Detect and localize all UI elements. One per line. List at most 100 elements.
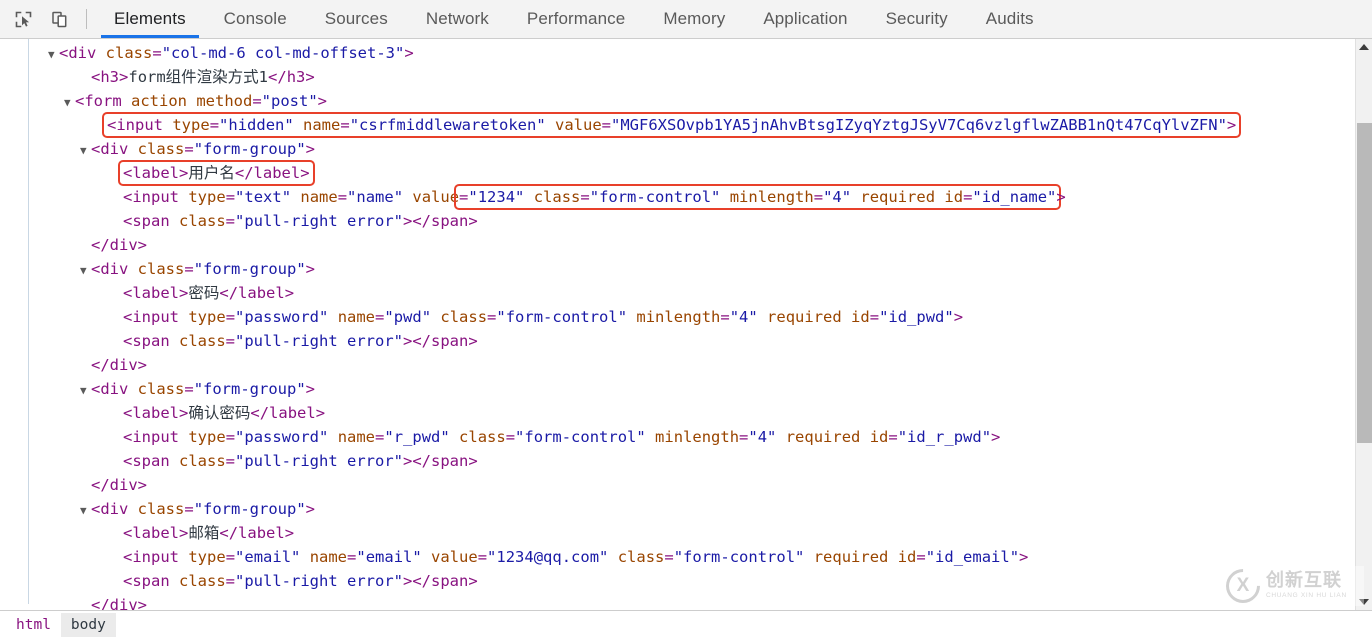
token-punct: >: [119, 68, 129, 86]
token-attr: class: [608, 548, 665, 566]
token-punct: >: [468, 332, 478, 350]
token-val: "col-md-6 col-md-offset-3": [161, 44, 405, 62]
token-punct: </: [91, 596, 110, 610]
token-val: "password": [235, 308, 329, 326]
dom-tree-line[interactable]: <input type="password" name="r_pwd" clas…: [0, 425, 1334, 449]
token-tagname: label: [132, 524, 180, 542]
tab-application[interactable]: Application: [744, 0, 866, 38]
token-punct: ></: [403, 572, 431, 590]
dom-tree-line[interactable]: </div>: [0, 473, 1334, 497]
dom-tree-line[interactable]: ▼ <form action method="post">: [0, 89, 1334, 113]
token-text: 用户名: [188, 164, 235, 182]
token-attr: required: [851, 188, 936, 206]
dom-tree-line[interactable]: <span class="pull-right error"></span>: [0, 449, 1334, 473]
dom-tree-line[interactable]: <label>邮箱</label>: [0, 521, 1334, 545]
disclosure-triangle-icon[interactable]: ▼: [80, 139, 91, 163]
red-highlight-box: ="1234" class="form-control" minlength="…: [454, 184, 1062, 210]
token-attr: class: [524, 188, 581, 206]
tab-security[interactable]: Security: [867, 0, 967, 38]
token-punct: =: [375, 308, 385, 326]
dom-tree-line[interactable]: <input type="email" name="email" value="…: [0, 545, 1334, 569]
token-text: 确认密码: [188, 404, 251, 422]
dom-tree-line[interactable]: <input type="hidden" name="csrfmiddlewar…: [0, 112, 1334, 138]
dom-tree-line[interactable]: <label>密码</label>: [0, 281, 1334, 305]
token-punct: =: [225, 548, 236, 566]
token-val: "MGF6XSOvpb1YA5jnAhvBtsgIZyqYztgJSyV7Cq6…: [611, 116, 1227, 134]
breadcrumb-item-body[interactable]: body: [60, 613, 116, 637]
dom-tree-scroll-area[interactable]: ▼ <div class="col-md-6 col-md-offset-3"> …: [0, 39, 1334, 610]
token-attr: type: [179, 428, 226, 446]
disclosure-triangle-icon[interactable]: ▼: [80, 379, 91, 403]
token-punct: =: [225, 332, 236, 350]
token-punct: =: [340, 116, 350, 134]
devtools-toolbar: Elements Console Sources Network Performance…: [0, 0, 1372, 39]
token-punct: >: [300, 164, 310, 182]
token-punct: =: [375, 428, 385, 446]
token-punct: >: [305, 140, 316, 158]
token-val: "4": [748, 428, 777, 446]
dom-tree-line[interactable]: <input type="password" name="pwd" class=…: [0, 305, 1334, 329]
token-punct: =: [184, 260, 194, 278]
token-tagname: label: [132, 404, 180, 422]
token-attr: method: [187, 92, 253, 110]
token-punct: <: [123, 548, 133, 566]
tab-elements[interactable]: Elements: [95, 0, 205, 38]
token-punct: <: [123, 212, 133, 230]
token-val: "hidden": [219, 116, 294, 134]
dom-tree-line[interactable]: ▼ <div class="col-md-6 col-md-offset-3">: [0, 41, 1334, 65]
tab-memory[interactable]: Memory: [644, 0, 744, 38]
token-punct: =: [916, 548, 926, 566]
inspect-element-icon[interactable]: [8, 5, 38, 33]
disclosure-triangle-icon[interactable]: ▼: [80, 499, 91, 523]
token-punct: >: [468, 212, 478, 230]
token-val: "r_pwd": [384, 428, 450, 446]
dom-tree-line[interactable]: ▼ <div class="form-group">: [0, 257, 1334, 281]
token-punct: >: [468, 452, 478, 470]
token-tagname: label: [269, 404, 316, 422]
token-punct: <: [123, 572, 133, 590]
dom-tree-line[interactable]: </div>: [0, 233, 1334, 257]
token-punct: =: [347, 548, 357, 566]
tab-sources[interactable]: Sources: [306, 0, 407, 38]
dom-tree-line[interactable]: <label>用户名</label>: [0, 160, 1334, 186]
token-punct: >: [284, 284, 295, 302]
dom-tree-line[interactable]: </div>: [0, 353, 1334, 377]
scroll-down-arrow-icon[interactable]: [1356, 594, 1372, 610]
token-tagname: span: [431, 572, 469, 590]
tab-performance[interactable]: Performance: [508, 0, 644, 38]
tab-console[interactable]: Console: [205, 0, 306, 38]
dom-tree-line[interactable]: ▼ <div class="form-group">: [0, 137, 1334, 161]
scrollbar-thumb[interactable]: [1357, 123, 1372, 443]
dom-tree-line[interactable]: <span class="pull-right error"></span>: [0, 329, 1334, 353]
dom-tree-line[interactable]: <label>确认密码</label>: [0, 401, 1334, 425]
disclosure-triangle-icon[interactable]: ▼: [64, 91, 75, 115]
vertical-scrollbar[interactable]: [1355, 39, 1372, 610]
device-toolbar-icon[interactable]: [44, 5, 74, 33]
breadcrumb-item-html[interactable]: html: [6, 613, 61, 637]
token-tagname: h3: [100, 68, 120, 86]
token-punct: >: [284, 524, 295, 542]
dom-tree-line[interactable]: <input type="text" name="name" value="12…: [0, 184, 1334, 210]
token-punct: >: [315, 404, 326, 422]
tab-network[interactable]: Network: [407, 0, 508, 38]
token-punct: <: [91, 68, 101, 86]
token-punct: >: [179, 524, 189, 542]
dom-tree-line[interactable]: </div>: [0, 593, 1334, 610]
token-val: "1234": [468, 188, 525, 206]
token-punct: ></: [403, 452, 431, 470]
dom-tree-line[interactable]: <h3>form组件渲染方式1</h3>: [0, 65, 1334, 89]
token-attr: name: [291, 188, 338, 206]
dom-tree-line[interactable]: ▼ <div class="form-group">: [0, 377, 1334, 401]
dom-tree-line[interactable]: <span class="pull-right error"></span>: [0, 569, 1334, 593]
token-tagname: label: [132, 284, 180, 302]
token-punct: </: [91, 476, 110, 494]
token-text: form组件渲染方式1: [128, 68, 269, 86]
dom-tree-line[interactable]: <span class="pull-right error"></span>: [0, 209, 1334, 233]
disclosure-triangle-icon[interactable]: ▼: [80, 259, 91, 283]
token-val: "email": [235, 548, 301, 566]
scroll-up-arrow-icon[interactable]: [1356, 39, 1372, 55]
disclosure-triangle-icon[interactable]: ▼: [48, 43, 59, 67]
dom-tree-line[interactable]: ▼ <div class="form-group">: [0, 497, 1334, 521]
tab-audits[interactable]: Audits: [967, 0, 1053, 38]
